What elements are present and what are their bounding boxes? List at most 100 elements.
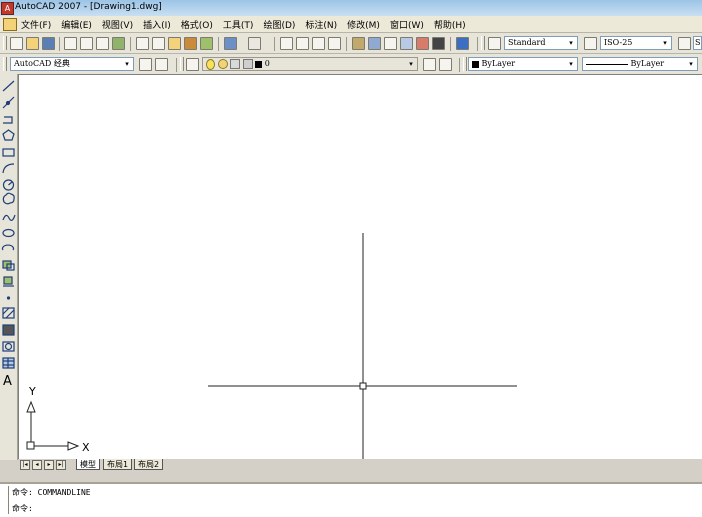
table-style-icon[interactable] <box>678 37 691 50</box>
paste-icon[interactable] <box>168 37 181 50</box>
standard-toolbar: Standard ▾ ISO-25 ▾ S <box>0 33 702 54</box>
rectangle-icon[interactable] <box>2 148 15 157</box>
line-icon[interactable] <box>2 80 15 92</box>
publish-icon[interactable] <box>96 37 109 50</box>
menu-format[interactable]: 格式(O) <box>181 18 213 31</box>
3d-dwf-icon[interactable] <box>112 37 125 50</box>
redo-icon[interactable] <box>248 37 261 50</box>
tab-layout2[interactable]: 布局2 <box>134 459 164 470</box>
markup-icon[interactable] <box>416 37 429 50</box>
save-icon[interactable] <box>42 37 55 50</box>
table-style-select[interactable]: S <box>693 36 702 50</box>
ellipse-arc-icon[interactable] <box>1 244 15 251</box>
layout-tab-bar: |◂ ◂ ▸ ▸| 模型 布局1 布局2 <box>18 459 702 471</box>
prev-tab-icon[interactable]: ◂ <box>32 460 42 470</box>
menu-insert[interactable]: 插入(I) <box>143 18 171 31</box>
layer-manager-icon[interactable] <box>186 58 199 71</box>
circle-icon[interactable] <box>2 179 15 191</box>
workspace-value: AutoCAD 经典 <box>14 59 70 68</box>
gradient-icon[interactable] <box>2 324 15 336</box>
polyline-icon[interactable] <box>3 116 13 124</box>
region-icon[interactable] <box>2 341 15 352</box>
chevron-down-icon: ▾ <box>689 60 693 68</box>
match-properties-icon[interactable] <box>184 37 197 50</box>
hatch-icon[interactable] <box>2 307 15 319</box>
workspace-settings-icon[interactable] <box>139 58 152 71</box>
drawing-area[interactable] <box>18 74 702 460</box>
menu-dimension[interactable]: 标注(N) <box>305 18 337 31</box>
polygon-icon[interactable] <box>2 129 15 141</box>
layers-toolbar: AutoCAD 经典 ▾ 0 ▾ ByLayer ▾ ByLayer ▾ <box>0 54 702 75</box>
drawing-canvas[interactable]: Y X <box>18 74 702 460</box>
menu-view[interactable]: 视图(V) <box>102 18 133 31</box>
insert-block-icon[interactable] <box>2 260 15 271</box>
make-block-icon[interactable] <box>3 276 14 287</box>
menu-modify[interactable]: 修改(M) <box>347 18 380 31</box>
command-grip[interactable] <box>4 486 9 514</box>
arc-icon[interactable] <box>2 163 15 174</box>
next-tab-icon[interactable]: ▸ <box>44 460 54 470</box>
chevron-down-icon: ▾ <box>569 60 573 68</box>
point-icon[interactable] <box>6 296 11 300</box>
design-center-icon[interactable] <box>368 37 381 50</box>
linetype-select[interactable]: ByLayer ▾ <box>582 57 698 71</box>
calculator-icon[interactable] <box>432 37 445 50</box>
command-history-line: 命令: COMMANDLINE <box>12 488 91 497</box>
open-file-icon[interactable] <box>26 37 39 50</box>
menu-window[interactable]: 窗口(W) <box>390 18 424 31</box>
menu-file[interactable]: 文件(F) <box>21 18 51 31</box>
document-icon[interactable] <box>3 18 17 31</box>
new-file-icon[interactable] <box>10 37 23 50</box>
copy-icon[interactable] <box>152 37 165 50</box>
layer-lock-icon <box>230 59 241 69</box>
toolbar-grip[interactable] <box>3 36 7 50</box>
save-workspace-icon[interactable] <box>155 58 168 71</box>
workspace-select[interactable]: AutoCAD 经典 ▾ <box>10 57 134 71</box>
ellipse-icon[interactable] <box>2 228 15 238</box>
menu-draw[interactable]: 绘图(D) <box>263 18 295 31</box>
block-editor-icon[interactable] <box>200 37 213 50</box>
multiline-text-icon[interactable]: A <box>3 374 12 389</box>
text-style-icon[interactable] <box>488 37 501 50</box>
menu-help[interactable]: 帮助(H) <box>434 18 466 31</box>
draw-toolbar: A <box>0 74 18 460</box>
table-icon[interactable] <box>2 357 15 369</box>
sheet-set-icon[interactable] <box>400 37 413 50</box>
menu-tools[interactable]: 工具(T) <box>223 18 254 31</box>
tab-layout1[interactable]: 布局1 <box>103 459 133 470</box>
properties-icon[interactable] <box>352 37 365 50</box>
layer-previous-icon[interactable] <box>439 58 452 71</box>
print-icon[interactable] <box>64 37 77 50</box>
tab-model[interactable]: 模型 <box>76 459 100 470</box>
color-select[interactable]: ByLayer ▾ <box>468 57 578 71</box>
draw-tools: A <box>1 80 16 389</box>
make-current-layer-icon[interactable] <box>423 58 436 71</box>
color-value: ByLayer <box>481 59 516 68</box>
text-style-select[interactable]: Standard ▾ <box>504 36 578 50</box>
zoom-previous-icon[interactable] <box>328 37 341 50</box>
print-preview-icon[interactable] <box>80 37 93 50</box>
first-tab-icon[interactable]: |◂ <box>20 460 30 470</box>
help-icon[interactable] <box>456 37 469 50</box>
last-tab-icon[interactable]: ▸| <box>56 460 66 470</box>
zoom-window-icon[interactable] <box>312 37 325 50</box>
pickbox-cursor <box>359 382 367 390</box>
spline-icon[interactable] <box>2 214 16 221</box>
zoom-realtime-icon[interactable] <box>296 37 309 50</box>
command-prompt[interactable]: 命令: <box>12 503 33 514</box>
menu-edit[interactable]: 编辑(E) <box>61 18 92 31</box>
layer-select[interactable]: 0 ▾ <box>202 57 418 71</box>
dim-style-icon[interactable] <box>584 37 597 50</box>
autocad-app-icon[interactable]: A <box>1 2 14 15</box>
tool-palettes-icon[interactable] <box>384 37 397 50</box>
menu-bar: 文件(F) 编辑(E) 视图(V) 插入(I) 格式(O) 工具(T) 绘图(D… <box>0 16 702 33</box>
cut-icon[interactable] <box>136 37 149 50</box>
undo-icon[interactable] <box>224 37 237 50</box>
pan-icon[interactable] <box>280 37 293 50</box>
revision-cloud-icon[interactable] <box>2 192 15 205</box>
layer-thaw-icon <box>217 59 228 69</box>
dim-style-select[interactable]: ISO-25 ▾ <box>600 36 672 50</box>
chevron-down-icon: ▾ <box>409 60 413 68</box>
command-window[interactable]: 命令: COMMANDLINE 命令: <box>0 482 702 517</box>
construction-line-icon[interactable] <box>2 96 15 109</box>
